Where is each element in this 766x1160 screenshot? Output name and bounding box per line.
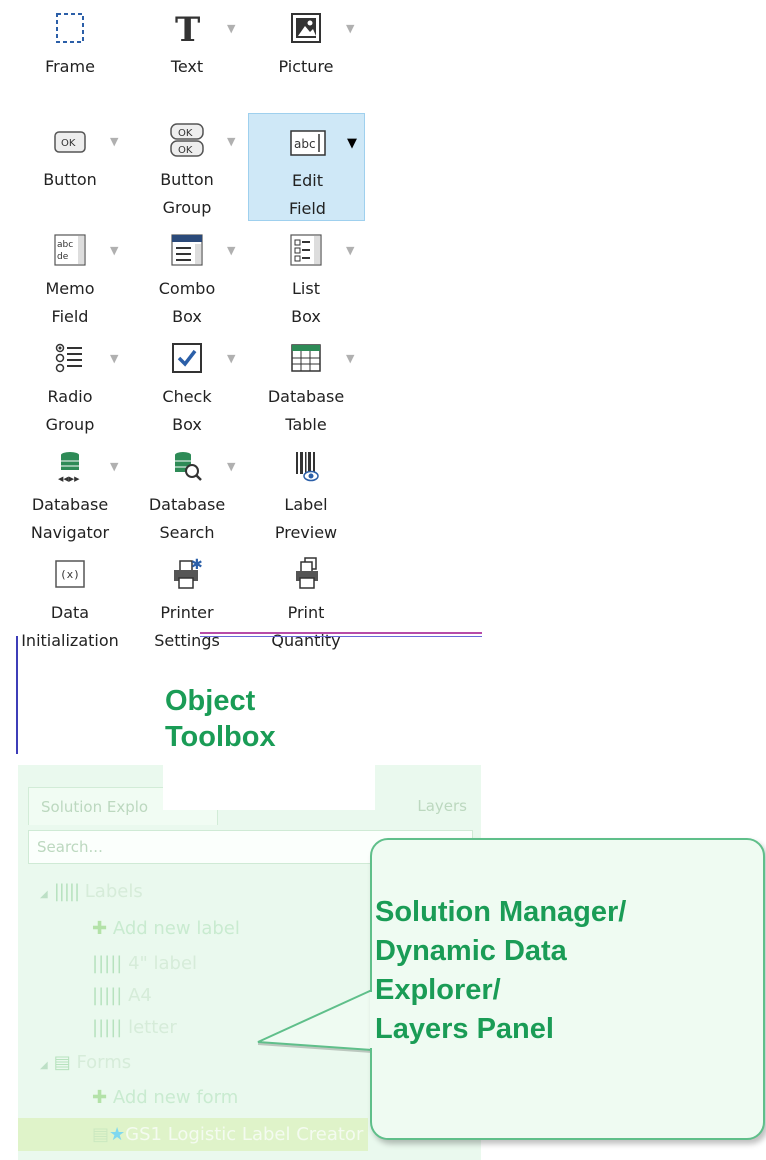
bubble-pointer-cover xyxy=(370,992,374,1048)
callout-line: Dynamic Data xyxy=(375,935,567,967)
callout-line: Explorer/ xyxy=(375,974,501,1006)
callout-line: Solution Manager/ xyxy=(375,896,627,928)
callout-line: Layers Panel xyxy=(375,1013,554,1045)
callout-bubble-text: Solution Manager/ Dynamic Data Explorer/… xyxy=(375,893,626,1049)
